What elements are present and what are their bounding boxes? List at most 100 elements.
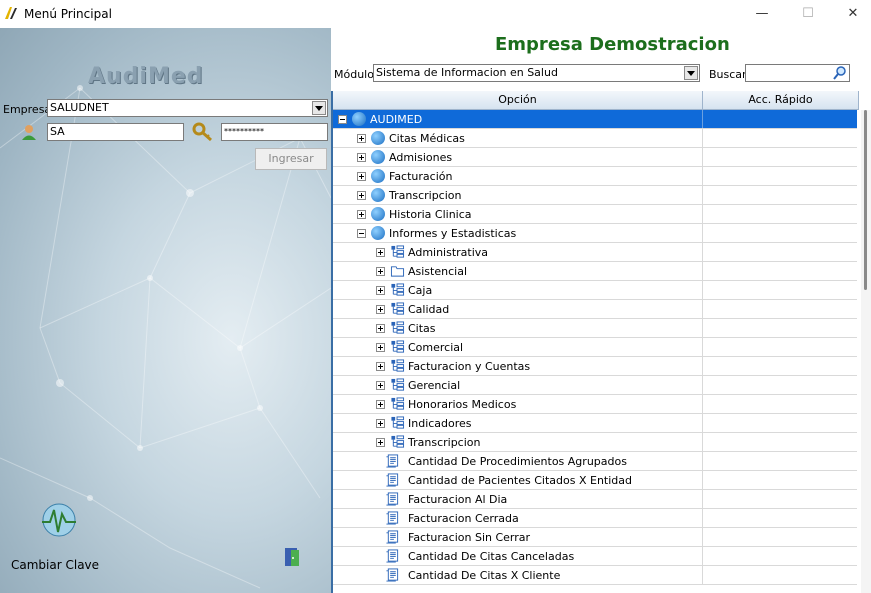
tree-row[interactable]: Cantidad De Citas X Cliente — [333, 566, 857, 585]
empresa-select[interactable]: SALUDNET — [47, 99, 328, 117]
acceso-rapido-cell[interactable] — [702, 186, 858, 204]
acceso-rapido-cell[interactable] — [702, 243, 858, 261]
acceso-rapido-cell[interactable] — [702, 129, 858, 147]
acceso-rapido-cell[interactable] — [702, 490, 858, 508]
buscar-input[interactable] — [745, 64, 850, 82]
tree-row-label: Transcripcion — [389, 189, 462, 202]
tree-row[interactable]: Honorarios Medicos — [333, 395, 857, 414]
tree-row-label: AUDIMED — [370, 113, 423, 126]
cambiar-clave-link[interactable]: Cambiar Clave — [11, 558, 99, 572]
acceso-rapido-cell[interactable] — [702, 452, 858, 470]
scrollbar-thumb[interactable] — [864, 110, 867, 290]
acceso-rapido-cell[interactable] — [702, 395, 858, 413]
tree-row[interactable]: Informes y Estadisticas — [333, 224, 857, 243]
tree-row[interactable]: Cantidad De Procedimientos Agrupados — [333, 452, 857, 471]
column-opcion[interactable]: Opción — [333, 91, 703, 109]
tree-row[interactable]: Facturacion Al Dia — [333, 490, 857, 509]
acceso-rapido-cell[interactable] — [702, 433, 858, 451]
globe-icon — [352, 112, 366, 126]
expand-icon[interactable] — [357, 134, 366, 143]
password-input[interactable]: ********** — [221, 123, 328, 141]
tree-row[interactable]: Citas — [333, 319, 857, 338]
tree-row[interactable]: Comercial — [333, 338, 857, 357]
maximize-button[interactable]: ☐ — [785, 0, 831, 28]
exit-door-icon[interactable] — [282, 546, 302, 568]
expand-icon[interactable] — [357, 153, 366, 162]
expand-icon[interactable] — [357, 172, 366, 181]
acceso-rapido-cell[interactable] — [702, 224, 858, 242]
expand-icon[interactable] — [376, 438, 385, 447]
tree-row[interactable]: Facturacion Cerrada — [333, 509, 857, 528]
report-icon — [386, 549, 399, 563]
acceso-rapido-cell[interactable] — [702, 338, 858, 356]
column-acceso-rapido[interactable]: Acc. Rápido — [703, 91, 859, 109]
search-icon[interactable] — [832, 65, 848, 81]
expand-icon[interactable] — [376, 419, 385, 428]
expand-icon[interactable] — [357, 210, 366, 219]
tree-row[interactable]: Transcripcion — [333, 433, 857, 452]
tree-row[interactable]: Gerencial — [333, 376, 857, 395]
acceso-rapido-cell[interactable] — [702, 319, 858, 337]
acceso-rapido-cell[interactable] — [702, 110, 858, 128]
keys-icon — [192, 122, 212, 142]
tree-row[interactable]: Citas Médicas — [333, 129, 857, 148]
acceso-rapido-cell[interactable] — [702, 376, 858, 394]
expand-icon[interactable] — [376, 267, 385, 276]
expand-icon[interactable] — [357, 191, 366, 200]
acceso-rapido-cell[interactable] — [702, 281, 858, 299]
tree-row[interactable]: Cantidad De Citas Canceladas — [333, 547, 857, 566]
user-input[interactable]: SA — [47, 123, 184, 141]
ingresar-button[interactable]: Ingresar — [255, 148, 327, 170]
tree-row-label: Caja — [408, 284, 433, 297]
tree-row-label: Cantidad De Procedimientos Agrupados — [408, 455, 627, 468]
expand-icon[interactable] — [376, 324, 385, 333]
tree-row[interactable]: AUDIMED — [333, 110, 857, 129]
expand-icon[interactable] — [376, 286, 385, 295]
expand-icon[interactable] — [376, 381, 385, 390]
close-button[interactable]: ✕ — [830, 0, 871, 28]
tree-row[interactable]: Indicadores — [333, 414, 857, 433]
tree-row[interactable]: Admisiones — [333, 148, 857, 167]
expand-icon[interactable] — [376, 248, 385, 257]
acceso-rapido-cell[interactable] — [702, 471, 858, 489]
chevron-down-icon[interactable] — [684, 66, 698, 80]
acceso-rapido-cell[interactable] — [702, 167, 858, 185]
expand-icon[interactable] — [376, 305, 385, 314]
minimize-button[interactable]: — — [739, 0, 785, 28]
tree-header: Opción Acc. Rápido — [333, 91, 859, 110]
report-icon — [386, 454, 399, 468]
tree-row[interactable]: Cantidad de Pacientes Citados X Entidad — [333, 471, 857, 490]
chevron-down-icon[interactable] — [312, 101, 326, 115]
tree-row[interactable]: Facturacion Sin Cerrar — [333, 528, 857, 547]
acceso-rapido-cell[interactable] — [702, 566, 858, 584]
user-icon — [22, 125, 36, 140]
tree-row[interactable]: Facturación — [333, 167, 857, 186]
expand-icon[interactable] — [376, 400, 385, 409]
expand-icon[interactable] — [376, 362, 385, 371]
tree-row[interactable]: Administrativa — [333, 243, 857, 262]
modulo-select[interactable]: Sistema de Informacion en Salud — [373, 64, 700, 82]
acceso-rapido-cell[interactable] — [702, 205, 858, 223]
acceso-rapido-cell[interactable] — [702, 357, 858, 375]
window-title: Menú Principal — [24, 7, 112, 21]
folder-icon — [390, 266, 405, 277]
vertical-scrollbar[interactable] — [861, 110, 871, 593]
tree-row[interactable]: Historia Clinica — [333, 205, 857, 224]
acceso-rapido-cell[interactable] — [702, 262, 858, 280]
acceso-rapido-cell[interactable] — [702, 414, 858, 432]
acceso-rapido-cell[interactable] — [702, 300, 858, 318]
tree-row[interactable]: Transcripcion — [333, 186, 857, 205]
tree-row[interactable]: Facturacion y Cuentas — [333, 357, 857, 376]
app-icon — [5, 7, 17, 19]
collapse-icon[interactable] — [338, 115, 347, 124]
expand-icon[interactable] — [376, 343, 385, 352]
tree-row[interactable]: Asistencial — [333, 262, 857, 281]
empresa-title: Empresa Demostracion — [495, 34, 730, 55]
acceso-rapido-cell[interactable] — [702, 547, 858, 565]
collapse-icon[interactable] — [357, 229, 366, 238]
acceso-rapido-cell[interactable] — [702, 509, 858, 527]
tree-row[interactable]: Caja — [333, 281, 857, 300]
acceso-rapido-cell[interactable] — [702, 148, 858, 166]
acceso-rapido-cell[interactable] — [702, 528, 858, 546]
tree-row[interactable]: Calidad — [333, 300, 857, 319]
